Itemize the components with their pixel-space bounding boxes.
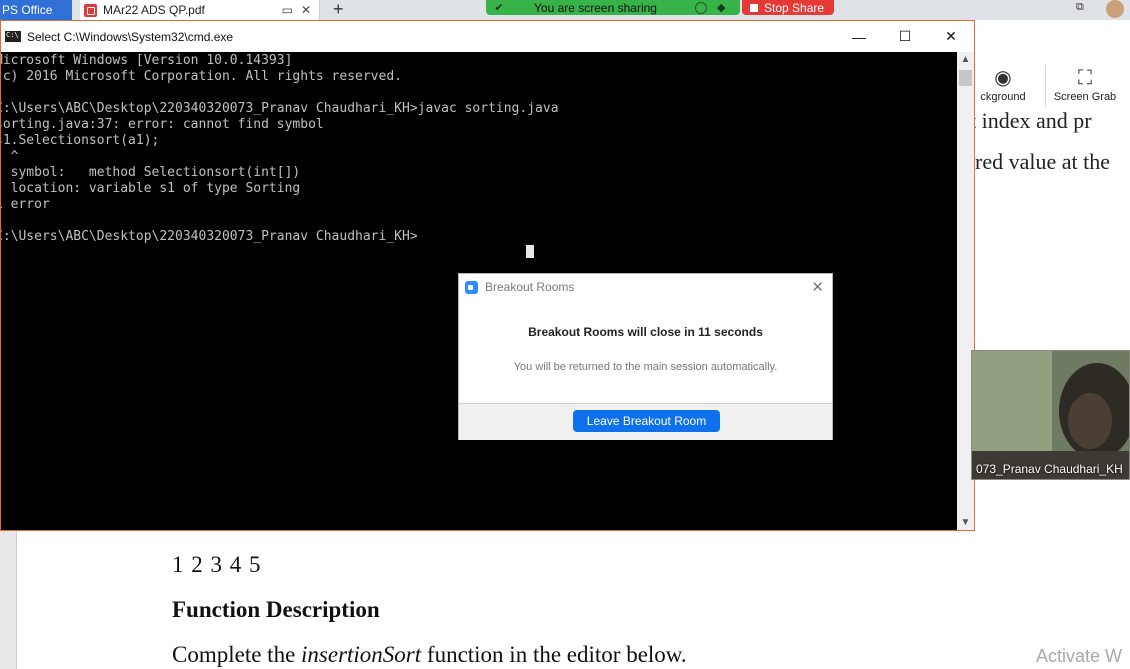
dialog-footer: Leave Breakout Room: [459, 403, 832, 440]
breakout-rooms-dialog: Breakout Rooms ✕ Breakout Rooms will clo…: [458, 273, 833, 440]
stop-share-label: Stop Share: [764, 0, 825, 15]
console-line: ^: [10, 149, 19, 164]
console-line: C:\Users\ABC\Desktop\220340320073_Pranav…: [1, 229, 418, 244]
tab-pdf-document[interactable]: MAr22 ADS QP.pdf ▭ ✕: [80, 0, 320, 20]
console-line: 1 error: [1, 197, 50, 212]
doc-paragraph-start: Complete the: [172, 642, 302, 667]
console-line: symbol: method Selectionsort(int[]): [1, 165, 301, 180]
console-line: s1.Selectionsort(a1);: [1, 133, 160, 148]
doc-peek-line-2: red value at the: [975, 149, 1110, 174]
screen-grab-button[interactable]: ⛶ Screen Grab: [1050, 65, 1120, 103]
dialog-header: Breakout Rooms: [459, 274, 832, 300]
pdf-file-icon: [84, 3, 97, 17]
stop-icon: [750, 3, 758, 12]
tab-pdf-label: MAr22 ADS QP.pdf: [103, 3, 205, 17]
tab-restore-icon[interactable]: ▭: [282, 3, 293, 17]
dialog-message: Breakout Rooms will close in 11 seconds: [528, 325, 763, 339]
doc-peek-line-1: t index and pr: [970, 108, 1092, 133]
leave-breakout-room-button[interactable]: Leave Breakout Room: [573, 410, 720, 432]
console-line: sorting.java:37: error: cannot find symb…: [1, 117, 324, 132]
doc-heading: Function Description: [172, 597, 380, 622]
pause-icon[interactable]: [694, 1, 707, 14]
toolbar-ribbon: ◉ ckground ⛶ Screen Grab: [960, 55, 1130, 115]
screen-grab-icon: ⛶: [1078, 67, 1092, 89]
maximize-button[interactable]: ☐: [882, 21, 928, 52]
tab-wps-office[interactable]: PS Office: [0, 0, 72, 20]
close-icon[interactable]: ✕: [811, 278, 824, 296]
doc-paragraph-italic: insertionSort: [301, 642, 422, 667]
pin-icon[interactable]: ✔: [492, 1, 506, 14]
text-cursor: [526, 245, 534, 258]
browser-tab-strip: PS Office MAr22 ADS QP.pdf ▭ ✕ + ✔ You a…: [0, 0, 1130, 20]
cmd-icon: [5, 31, 21, 42]
activate-windows-watermark: Activate W: [1036, 646, 1123, 666]
minimize-button[interactable]: —: [836, 21, 882, 52]
background-button[interactable]: ◉ ckground: [964, 65, 1042, 103]
console-line: location: variable s1 of type Sorting: [1, 181, 301, 196]
eye-icon: ◉: [994, 67, 1012, 89]
zoom-icon: [465, 280, 478, 294]
dialog-submessage: You will be returned to the main session…: [513, 361, 778, 373]
doc-paragraph: Complete the insertionSort function in t…: [172, 642, 687, 668]
cmd-title-bar[interactable]: Select C:\Windows\System32\cmd.exe — ☐ ✕: [1, 21, 974, 52]
video-feed: [972, 351, 1129, 479]
scroll-down-icon[interactable]: ▼: [957, 517, 974, 528]
scroll-thumb[interactable]: [959, 70, 972, 86]
document-gutter: [0, 530, 17, 669]
console-line: C:\Users\ABC\Desktop\220340320073_Pranav…: [1, 101, 559, 116]
avatar[interactable]: [1106, 0, 1124, 18]
participant-name: 073_Pranav Chaudhari_KH: [976, 462, 1123, 476]
participant-video[interactable]: 073_Pranav Chaudhari_KH: [971, 350, 1130, 480]
screen-share-status: You are screen sharing: [534, 0, 657, 15]
ribbon-divider: [1045, 65, 1046, 107]
tab-wps-office-label: PS Office: [2, 3, 53, 17]
scroll-up-icon[interactable]: ▲: [957, 54, 974, 65]
new-tab-button[interactable]: +: [333, 0, 344, 18]
doc-paragraph-end: function in the editor below.: [421, 642, 687, 667]
stop-share-button[interactable]: Stop Share: [742, 0, 834, 15]
cmd-title: Select C:\Windows\System32\cmd.exe: [27, 29, 234, 44]
close-button[interactable]: ✕: [928, 21, 974, 52]
console-line: Microsoft Windows [Version 10.0.14393]: [1, 53, 293, 68]
screen-share-bar: ✔ You are screen sharing ◆: [486, 0, 740, 15]
dialog-header-title: Breakout Rooms: [485, 280, 575, 294]
shield-icon[interactable]: ◆: [717, 1, 725, 14]
page-view-icon[interactable]: ⧉: [1076, 1, 1084, 14]
console-line: (c) 2016 Microsoft Corporation. All righ…: [1, 69, 402, 84]
screen-grab-label: Screen Grab: [1053, 91, 1117, 103]
doc-sample-output: 1 2 3 4 5: [172, 552, 262, 577]
tab-close-icon[interactable]: ✕: [301, 3, 311, 17]
background-label: ckground: [980, 91, 1026, 103]
